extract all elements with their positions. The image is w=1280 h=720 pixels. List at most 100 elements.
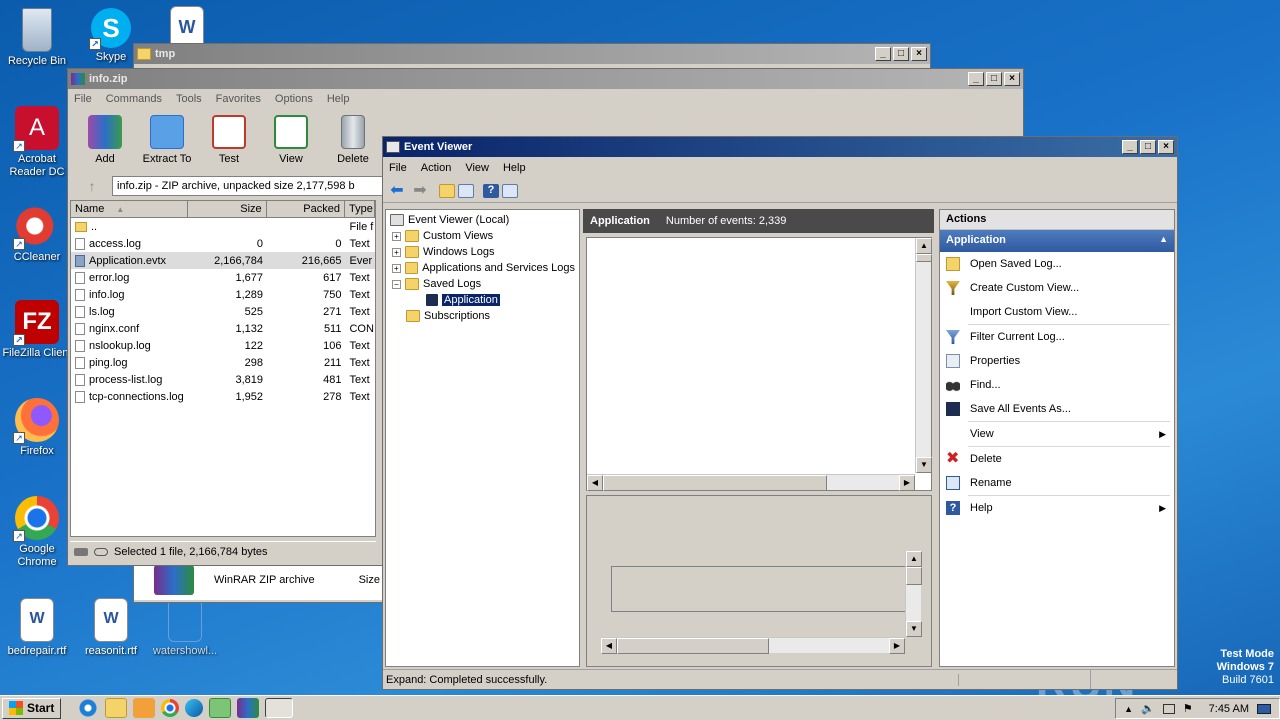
action-help[interactable]: ? Help ▶ — [940, 496, 1174, 520]
ie-icon[interactable] — [77, 698, 100, 718]
file-row[interactable]: nginx.conf 1,132 511 CON — [71, 320, 375, 337]
file-row[interactable]: tcp-connections.log 1,952 278 Text — [71, 388, 375, 405]
minimize-button[interactable]: _ — [968, 72, 984, 86]
tree-root[interactable]: Event Viewer (Local) — [390, 212, 575, 228]
column-type[interactable]: Type — [345, 201, 375, 218]
column-name[interactable]: Name ▲ — [71, 201, 189, 218]
column-size[interactable]: Size — [188, 201, 267, 218]
file-list[interactable]: Name ▲ Size Packed Type .. File f access.… — [70, 200, 376, 537]
scroll-left-button[interactable]: ◀ — [587, 475, 603, 491]
show-hidden-icons[interactable]: ▲ — [1124, 704, 1133, 714]
add-button[interactable]: Add — [76, 113, 134, 171]
action-create-custom-view[interactable]: Create Custom View... — [940, 276, 1174, 300]
action-delete[interactable]: ✖ Delete — [940, 447, 1174, 471]
event-viewer-taskbar-icon[interactable] — [265, 698, 294, 718]
desktop-icon-firefox[interactable]: ↗ Firefox — [0, 398, 74, 458]
scroll-right-button[interactable]: ▶ — [899, 475, 915, 491]
up-arrow-icon[interactable]: ↑ — [72, 178, 112, 194]
menu-file[interactable]: File — [74, 93, 92, 105]
notepad-plus-icon[interactable] — [209, 698, 232, 718]
menu-options[interactable]: Options — [275, 93, 313, 105]
help-icon[interactable]: ? — [483, 183, 499, 198]
menu-help[interactable]: Help — [503, 162, 526, 174]
start-button[interactable]: Start — [2, 697, 62, 719]
event-list-hscroll[interactable]: ◀ ▶ — [587, 474, 915, 491]
event-list[interactable]: ▲ ▼ ◀ ▶ — [586, 237, 932, 491]
desktop-icon-reasonit[interactable]: W reasonit.rtf — [74, 598, 148, 658]
action-find[interactable]: Find... — [940, 373, 1174, 397]
menu-commands[interactable]: Commands — [106, 93, 162, 105]
preview-hscroll[interactable]: ◀ ▶ — [601, 637, 905, 654]
desktop-icon-filezilla[interactable]: FZ ↗ FileZilla Client — [0, 300, 74, 360]
file-row[interactable]: ping.log 298 211 Text — [71, 354, 375, 371]
explorer-icon[interactable] — [105, 698, 128, 718]
file-row[interactable]: ls.log 525 271 Text — [71, 303, 375, 320]
expand-icon[interactable]: + — [392, 231, 401, 241]
close-button[interactable]: × — [1158, 140, 1174, 154]
scroll-left-button[interactable]: ◀ — [601, 638, 617, 654]
file-row-selected[interactable]: Application.evtx 2,166,784 216,665 Ever — [71, 252, 375, 269]
file-row[interactable]: info.log 1,289 750 Text — [71, 286, 375, 303]
file-row[interactable]: access.log 0 0 Text — [71, 235, 375, 252]
action-properties[interactable]: Properties — [940, 349, 1174, 373]
preview-vscroll[interactable]: ▲ ▼ — [905, 551, 922, 637]
tree-item-subscriptions[interactable]: Subscriptions — [390, 308, 575, 324]
scroll-up-button[interactable]: ▲ — [906, 551, 922, 567]
view-button[interactable]: View — [262, 113, 320, 171]
scroll-down-button[interactable]: ▼ — [916, 457, 932, 473]
scroll-thumb[interactable] — [603, 475, 827, 491]
forward-arrow-icon[interactable]: ➡ — [410, 182, 430, 200]
tmp-titlebar[interactable]: tmp _ □ × — [134, 44, 930, 64]
event-viewer-window[interactable]: Event Viewer _ □ × File Action View Help… — [382, 136, 1178, 690]
action-filter-current-log[interactable]: Filter Current Log... — [940, 325, 1174, 349]
edge-icon[interactable] — [185, 699, 204, 717]
collapse-section-icon[interactable]: ▲ — [1159, 234, 1168, 248]
expand-icon[interactable]: + — [392, 247, 401, 257]
actions-section-header[interactable]: Application ▲ — [940, 230, 1174, 252]
tree-item-windows-logs[interactable]: + Windows Logs — [390, 244, 575, 260]
desktop-icon-ccleaner[interactable]: ↗ CCleaner — [0, 204, 74, 264]
action-save-all-events[interactable]: Save All Events As... — [940, 397, 1174, 421]
scroll-down-button[interactable]: ▼ — [906, 621, 922, 637]
scroll-up-button[interactable]: ▲ — [916, 238, 932, 254]
extract-to-button[interactable]: Extract To — [138, 113, 196, 171]
winrar-taskbar-icon[interactable] — [237, 698, 260, 718]
show-desktop-icon[interactable] — [1257, 703, 1271, 714]
expand-icon[interactable]: + — [392, 263, 401, 273]
desktop-icon-bedrepair[interactable]: W bedrepair.rtf — [0, 598, 74, 658]
chrome-taskbar-icon[interactable] — [161, 699, 180, 717]
scroll-right-button[interactable]: ▶ — [889, 638, 905, 654]
clock[interactable]: 7:45 AM — [1209, 703, 1249, 715]
menu-favorites[interactable]: Favorites — [216, 93, 261, 105]
maximize-button[interactable]: □ — [1140, 140, 1156, 154]
file-row[interactable]: process-list.log 3,819 481 Text — [71, 371, 375, 388]
file-row[interactable]: error.log 1,677 617 Text — [71, 269, 375, 286]
desktop-icon-watershowl[interactable]: watershowl... — [148, 598, 222, 658]
network-icon[interactable] — [1162, 703, 1175, 714]
file-row[interactable]: .. File f — [71, 218, 375, 235]
menu-view[interactable]: View — [465, 162, 489, 174]
close-button[interactable]: × — [911, 47, 927, 61]
menu-tools[interactable]: Tools — [176, 93, 202, 105]
up-folder-icon[interactable] — [439, 183, 455, 198]
volume-icon[interactable]: 🔈 — [1141, 702, 1155, 715]
tree-item-apps-services-logs[interactable]: + Applications and Services Logs — [390, 260, 575, 276]
tree-item-saved-application[interactable]: Application — [390, 292, 575, 308]
menu-action[interactable]: Action — [421, 162, 452, 174]
event-viewer-titlebar[interactable]: Event Viewer _ □ × — [383, 137, 1177, 157]
scroll-thumb[interactable] — [916, 254, 932, 262]
tmp-list-item[interactable]: WinRAR ZIP archive Size — [134, 560, 384, 600]
show-hide-action-pane-icon[interactable] — [502, 183, 518, 198]
scroll-thumb[interactable] — [906, 567, 922, 585]
minimize-button[interactable]: _ — [1122, 140, 1138, 154]
maximize-button[interactable]: □ — [986, 72, 1002, 86]
media-player-icon[interactable] — [133, 698, 156, 718]
action-import-custom-view[interactable]: Import Custom View... — [940, 300, 1174, 324]
delete-button[interactable]: Delete — [324, 113, 382, 171]
menu-file[interactable]: File — [389, 162, 407, 174]
tree-item-custom-views[interactable]: + Custom Views — [390, 228, 575, 244]
back-arrow-icon[interactable]: ⬅ — [387, 182, 407, 200]
scroll-thumb[interactable] — [617, 638, 769, 654]
show-hide-tree-icon[interactable] — [458, 183, 474, 198]
action-rename[interactable]: Rename — [940, 471, 1174, 495]
